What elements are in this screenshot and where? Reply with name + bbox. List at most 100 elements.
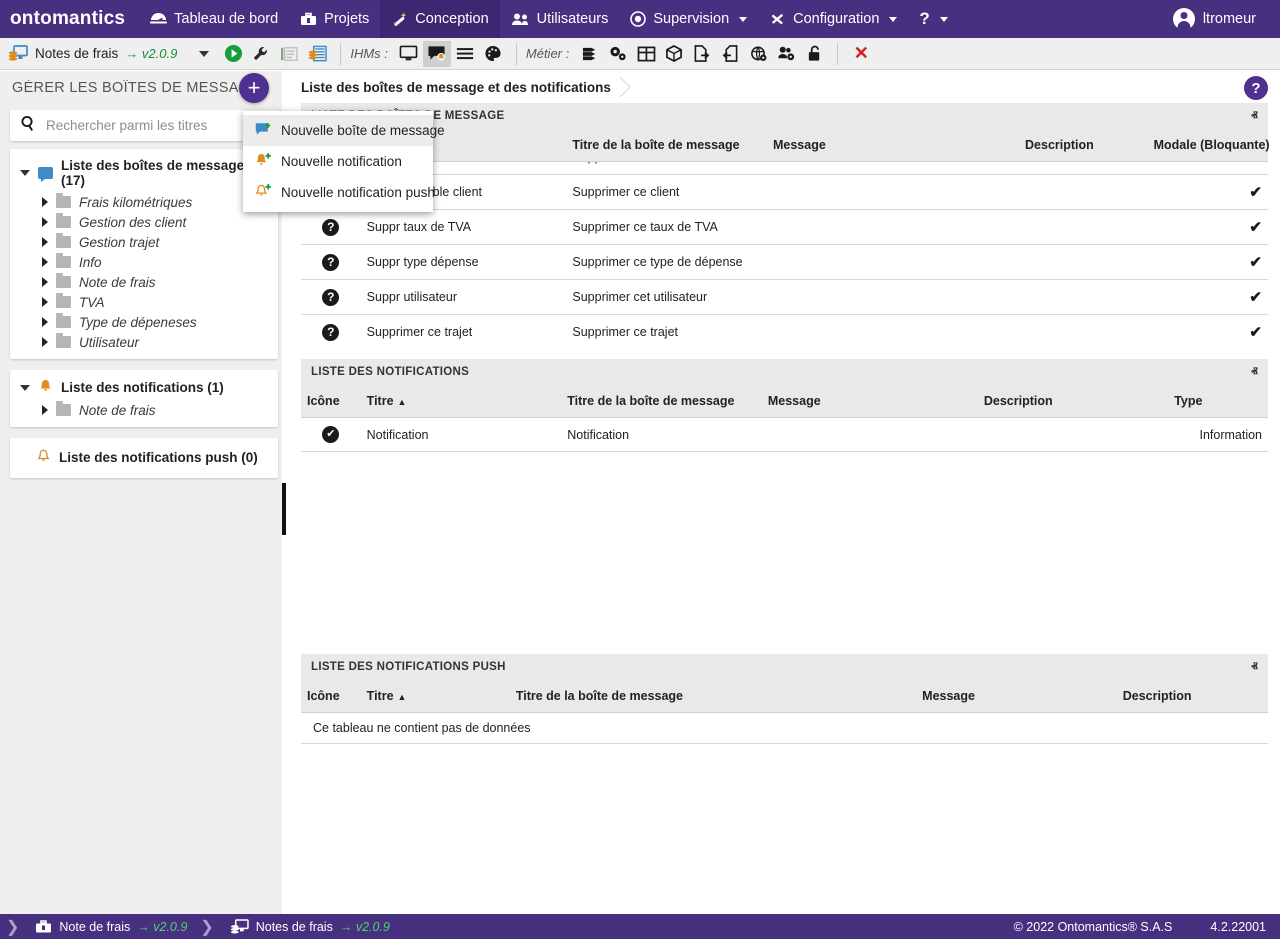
ihm-message-box-button[interactable] [422, 40, 451, 67]
column-header-message[interactable]: Message [766, 129, 1020, 162]
menu-item-nouvelle-boite-de-message[interactable]: Nouvelle boîte de message [243, 115, 445, 146]
section-header-push-notifications[interactable]: LISTE DES NOTIFICATIONS PUSH ⱏ [301, 654, 1268, 680]
tree-root-message-boxes[interactable]: Liste des boîtes de message (17) [10, 155, 278, 192]
section-header-notifications[interactable]: LISTE DES NOTIFICATIONS ⱏ [301, 359, 1268, 385]
report-icon [281, 46, 298, 61]
column-header-boite[interactable]: Titre de la boîte de message [509, 680, 917, 713]
report-button[interactable] [275, 41, 303, 67]
chevron-down-icon[interactable] [20, 170, 30, 176]
database-table-button[interactable] [303, 41, 331, 67]
tree-item-notification-note-de-frais[interactable]: Note de frais [10, 400, 278, 420]
table-row[interactable]: ✔ Notification Notification Information [301, 417, 1268, 452]
tree-item-tva[interactable]: TVA [10, 292, 278, 312]
chevron-right-icon[interactable] [42, 337, 48, 347]
chevron-right-icon[interactable] [42, 257, 48, 267]
column-header-description[interactable]: Description [1116, 680, 1268, 713]
ihms-label: IHMs : [350, 46, 388, 61]
nav-item-utilisateurs[interactable]: Utilisateurs [500, 0, 620, 38]
metier-package-button[interactable] [660, 41, 688, 67]
project-dropdown-caret-icon[interactable] [199, 50, 210, 57]
nav-item-projets[interactable]: Projets [289, 0, 380, 38]
metier-export-button[interactable] [688, 41, 716, 67]
column-header-titre[interactable]: Titre ▲ [360, 385, 562, 418]
project-selector[interactable]: Notes de frais → v2.0.9 [0, 44, 185, 63]
add-button[interactable]: + [239, 73, 269, 103]
chevron-right-icon[interactable] [42, 297, 48, 307]
user-menu[interactable]: ltromeur [1163, 0, 1280, 38]
column-header-boite[interactable]: Titre de la boîte de message [566, 129, 767, 162]
chevron-right-icon[interactable] [42, 405, 48, 415]
tree-item-note-de-frais[interactable]: Note de frais [10, 272, 278, 292]
column-header-icone[interactable]: Icône [301, 385, 361, 418]
table-row[interactable]: ? Suppr note de frais Supprimer cette no… [301, 162, 1268, 175]
tree-item-label: Utilisateur [79, 334, 140, 350]
table-row[interactable]: ? Supprimer ce trajet Supprimer ce traje… [301, 314, 1268, 345]
close-project-button[interactable]: ✕ [847, 41, 875, 67]
brand-logo[interactable]: ontomantics [0, 0, 139, 38]
menu-item-nouvelle-notification[interactable]: Nouvelle notification [243, 146, 433, 177]
section-header-message-boxes[interactable]: LISTE DES BOÎTES DE MESSAGE ⱏ [301, 103, 1268, 129]
ihm-palette-button[interactable] [479, 41, 507, 67]
chevron-right-icon[interactable] [42, 237, 48, 247]
check-icon: ✔ [1249, 219, 1262, 236]
database-screen-icon [230, 918, 249, 934]
project-name: Notes de frais [35, 46, 119, 61]
run-button[interactable] [219, 41, 247, 67]
globe-settings-icon [750, 46, 767, 61]
tree-item-utilisateur[interactable]: Utilisateur [10, 332, 278, 352]
chevron-right-icon[interactable] [42, 197, 48, 207]
table-row[interactable]: ? Suppr taux de TVA Supprimer ce taux de… [301, 209, 1268, 245]
table-row[interactable]: ? Suppr possible client Supprimer ce cli… [301, 174, 1268, 210]
nav-item-tableau-de-bord[interactable]: Tableau de bord [139, 0, 289, 38]
metier-user-settings-button[interactable] [772, 41, 800, 67]
status-crumb-notes-de-frais[interactable]: Notes de frais → v2.0.9 [214, 918, 403, 935]
column-header-titre[interactable]: Titre ▲ [360, 680, 510, 713]
chevron-right-icon[interactable] [42, 217, 48, 227]
tree-item-type-de-depeneses[interactable]: Type de dépeneses [10, 312, 278, 332]
column-header-description[interactable]: Description [1019, 129, 1148, 162]
metier-lock-button[interactable] [800, 41, 828, 67]
tree-root-push-notifications[interactable]: Liste des notifications push (0) [10, 446, 278, 470]
wrench-button[interactable] [247, 41, 275, 67]
column-header-type[interactable]: Type [1168, 385, 1268, 418]
tree-root-notifications[interactable]: Liste des notifications (1) [10, 376, 278, 400]
nav-item-help[interactable]: ? [908, 0, 958, 38]
column-header-message[interactable]: Message [916, 680, 1117, 713]
search-box[interactable] [10, 110, 278, 141]
nav-item-configuration[interactable]: Configuration [758, 0, 908, 38]
chevron-up-icon[interactable]: ⱏ [1251, 659, 1258, 675]
nav-item-supervision[interactable]: Supervision [619, 0, 758, 38]
metier-data-stack-button[interactable] [576, 41, 604, 67]
chevron-right-icon[interactable] [42, 277, 48, 287]
metier-table-button[interactable] [632, 41, 660, 67]
metier-globe-settings-button[interactable] [744, 41, 772, 67]
column-header-icone[interactable]: Icône [301, 680, 361, 713]
menu-item-nouvelle-notification-push[interactable]: Nouvelle notification push [243, 177, 435, 208]
row-icon-cell: ? [301, 279, 361, 315]
chevron-up-icon[interactable]: ⱏ [1251, 364, 1258, 380]
splitter-grip[interactable] [282, 483, 286, 535]
breadcrumb-item[interactable]: Liste des boîtes de message et des notif… [301, 77, 631, 97]
column-header-message[interactable]: Message [761, 385, 978, 418]
ihm-menu-button[interactable] [451, 41, 479, 67]
tree-item-gestion-trajet[interactable]: Gestion trajet [10, 232, 278, 252]
table-header-row: Icône Titre ▲ Titre de la boîte de messag… [301, 680, 1268, 713]
chevron-right-icon[interactable] [42, 317, 48, 327]
tree-item-gestion-des-client[interactable]: Gestion des client [10, 212, 278, 232]
metier-gears-button[interactable] [604, 41, 632, 67]
column-header-modale[interactable]: Modale (Bloquante) [1147, 129, 1270, 162]
ihm-screen-button[interactable] [395, 41, 423, 67]
column-header-boite[interactable]: Titre de la boîte de message [561, 385, 762, 418]
chevron-down-icon[interactable] [20, 384, 30, 391]
tree-item-info[interactable]: Info [10, 252, 278, 272]
metier-import-button[interactable] [716, 41, 744, 67]
status-crumb-note-de-frais[interactable]: Note de frais → v2.0.9 [19, 920, 200, 934]
table-row[interactable]: ? Suppr utilisateur Supprimer cet utilis… [301, 279, 1268, 315]
chevron-up-icon[interactable]: ⱏ [1251, 108, 1258, 124]
nav-item-conception[interactable]: Conception [380, 0, 500, 38]
table-row[interactable]: ? Suppr type dépense Supprimer ce type d… [301, 244, 1268, 280]
tree-item-frais-kilometriques[interactable]: Frais kilométriques [10, 192, 278, 212]
help-button[interactable]: ? [1244, 76, 1268, 100]
column-header-description[interactable]: Description [977, 385, 1169, 418]
table-message-boxes-scroll[interactable]: ? Suppr note de frais Supprimer cette no… [301, 162, 1268, 345]
